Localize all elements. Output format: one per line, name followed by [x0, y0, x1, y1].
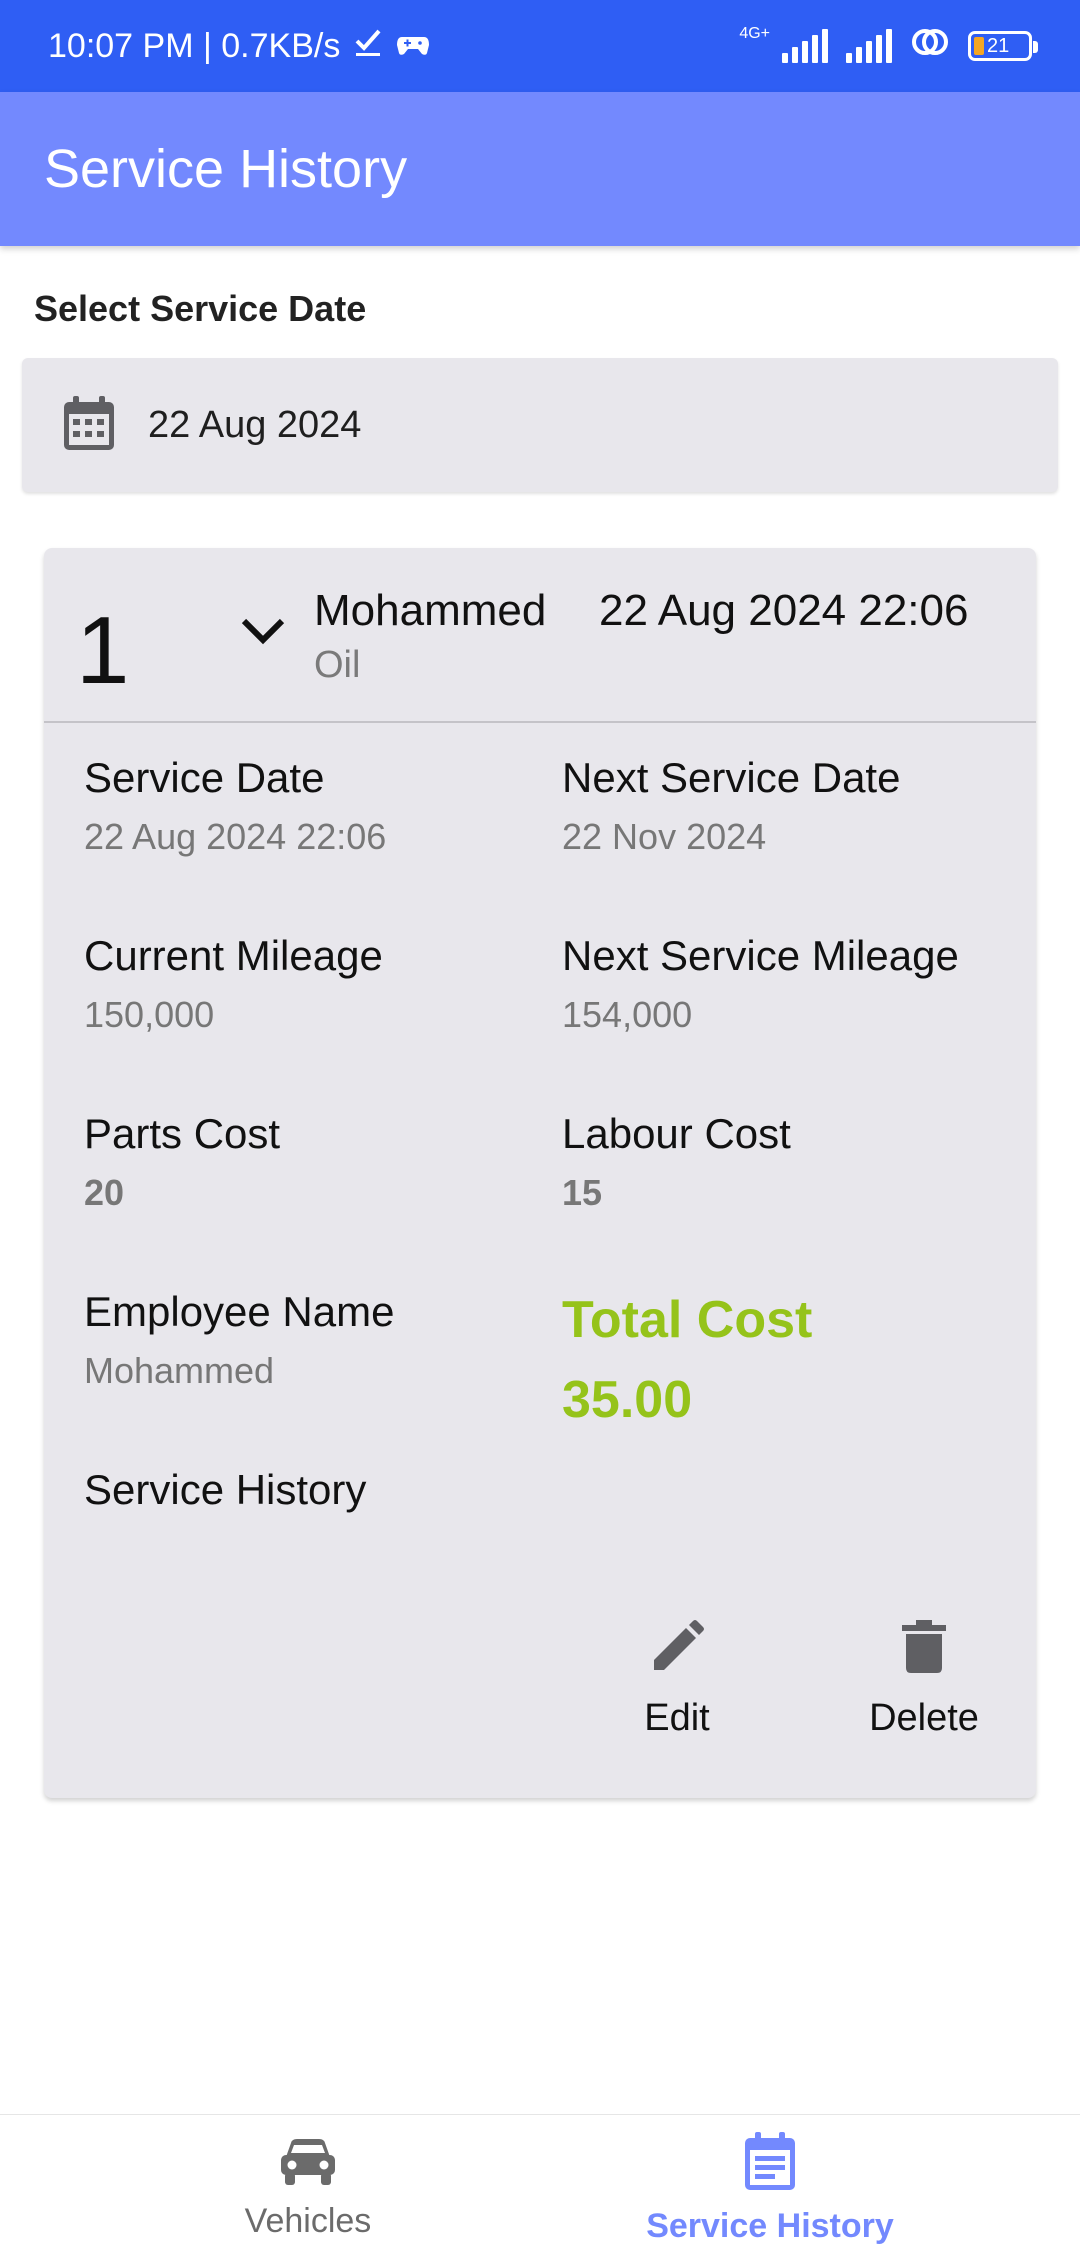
current-mileage-value: 150,000 [84, 994, 215, 1035]
trash-icon [902, 1620, 946, 1679]
edit-label: Edit [644, 1697, 710, 1739]
page-title: Service History [44, 139, 408, 199]
edit-button[interactable]: Edit [584, 1620, 770, 1740]
parts-cost-label: Parts Cost [84, 1110, 281, 1157]
app-bar: Service History [0, 92, 1080, 246]
total-cost-field: Total Cost 35.00 [562, 1290, 812, 1430]
header-employee: Mohammed [314, 586, 547, 635]
labour-cost-label: Labour Cost [562, 1110, 791, 1157]
signal-icon [846, 29, 892, 63]
parts-cost-field: Parts Cost 20 [84, 1110, 280, 1214]
delete-button[interactable]: Delete [826, 1620, 1022, 1740]
nav-label-service-history: Service History [646, 2207, 894, 2245]
check-icon [354, 27, 382, 66]
record-number: 1 [76, 597, 130, 704]
service-date-picker[interactable]: 22 Aug 2024 [22, 358, 1058, 492]
battery-level: 21 [987, 34, 1010, 57]
delete-label: Delete [869, 1697, 979, 1739]
employee-name-field: Employee Name Mohammed [84, 1288, 394, 1392]
gamepad-icon [396, 27, 430, 66]
nav-label-vehicles: Vehicles [244, 2202, 372, 2240]
next-service-date-value: 22 Nov 2024 [562, 816, 767, 857]
bottom-nav: Vehicles Service History [0, 2114, 1080, 2262]
service-date-field: Service Date 22 Aug 2024 22:06 [84, 754, 386, 858]
header-service-type: Oil [314, 644, 361, 686]
labour-cost-field: Labour Cost 15 [562, 1110, 791, 1214]
total-cost-value: 35.00 [562, 1371, 693, 1429]
service-record-card: 1 Mohammed Oil 22 Aug 2024 22:06 Service… [44, 548, 1036, 1798]
network-type: 4G+ [739, 25, 770, 42]
car-icon [279, 2137, 337, 2192]
service-date-label: Service Date [84, 754, 325, 801]
current-mileage-field: Current Mileage 150,000 [84, 932, 383, 1036]
select-date-label: Select Service Date [34, 288, 367, 329]
status-bar: 10:07 PM | 0.7KB/s 4G+ 21 [0, 0, 1080, 92]
battery-icon: 21 [968, 31, 1038, 61]
chevron-down-icon[interactable] [240, 616, 286, 651]
labour-cost-value: 15 [562, 1172, 603, 1213]
card-header[interactable]: 1 Mohammed Oil 22 Aug 2024 22:06 [44, 548, 1036, 723]
signal-icon [782, 29, 828, 63]
parts-cost-value: 20 [84, 1172, 125, 1213]
selected-date: 22 Aug 2024 [148, 403, 362, 446]
header-datetime: 22 Aug 2024 22:06 [599, 586, 969, 635]
next-service-mileage-field: Next Service Mileage 154,000 [562, 932, 959, 1036]
nav-item-vehicles[interactable]: Vehicles [38, 2115, 578, 2263]
current-mileage-label: Current Mileage [84, 932, 383, 979]
total-cost-label: Total Cost [562, 1291, 813, 1349]
event-note-icon [743, 2132, 797, 2197]
service-date-value: 22 Aug 2024 22:06 [84, 816, 387, 857]
next-service-mileage-label: Next Service Mileage [562, 932, 959, 979]
next-service-date-label: Next Service Date [562, 754, 901, 801]
status-time-speed: 10:07 PM | 0.7KB/s [48, 26, 341, 65]
calendar-icon [62, 394, 116, 457]
next-service-date-field: Next Service Date 22 Nov 2024 [562, 754, 900, 858]
pencil-icon [650, 1620, 704, 1679]
next-service-mileage-value: 154,000 [562, 994, 693, 1035]
nav-item-service-history[interactable]: Service History [500, 2115, 1040, 2263]
employee-name-label: Employee Name [84, 1288, 395, 1335]
employee-name-value: Mohammed [84, 1350, 275, 1391]
service-history-field: Service History [84, 1466, 366, 1514]
service-history-label: Service History [84, 1466, 367, 1513]
hotspot-icon [910, 27, 950, 66]
